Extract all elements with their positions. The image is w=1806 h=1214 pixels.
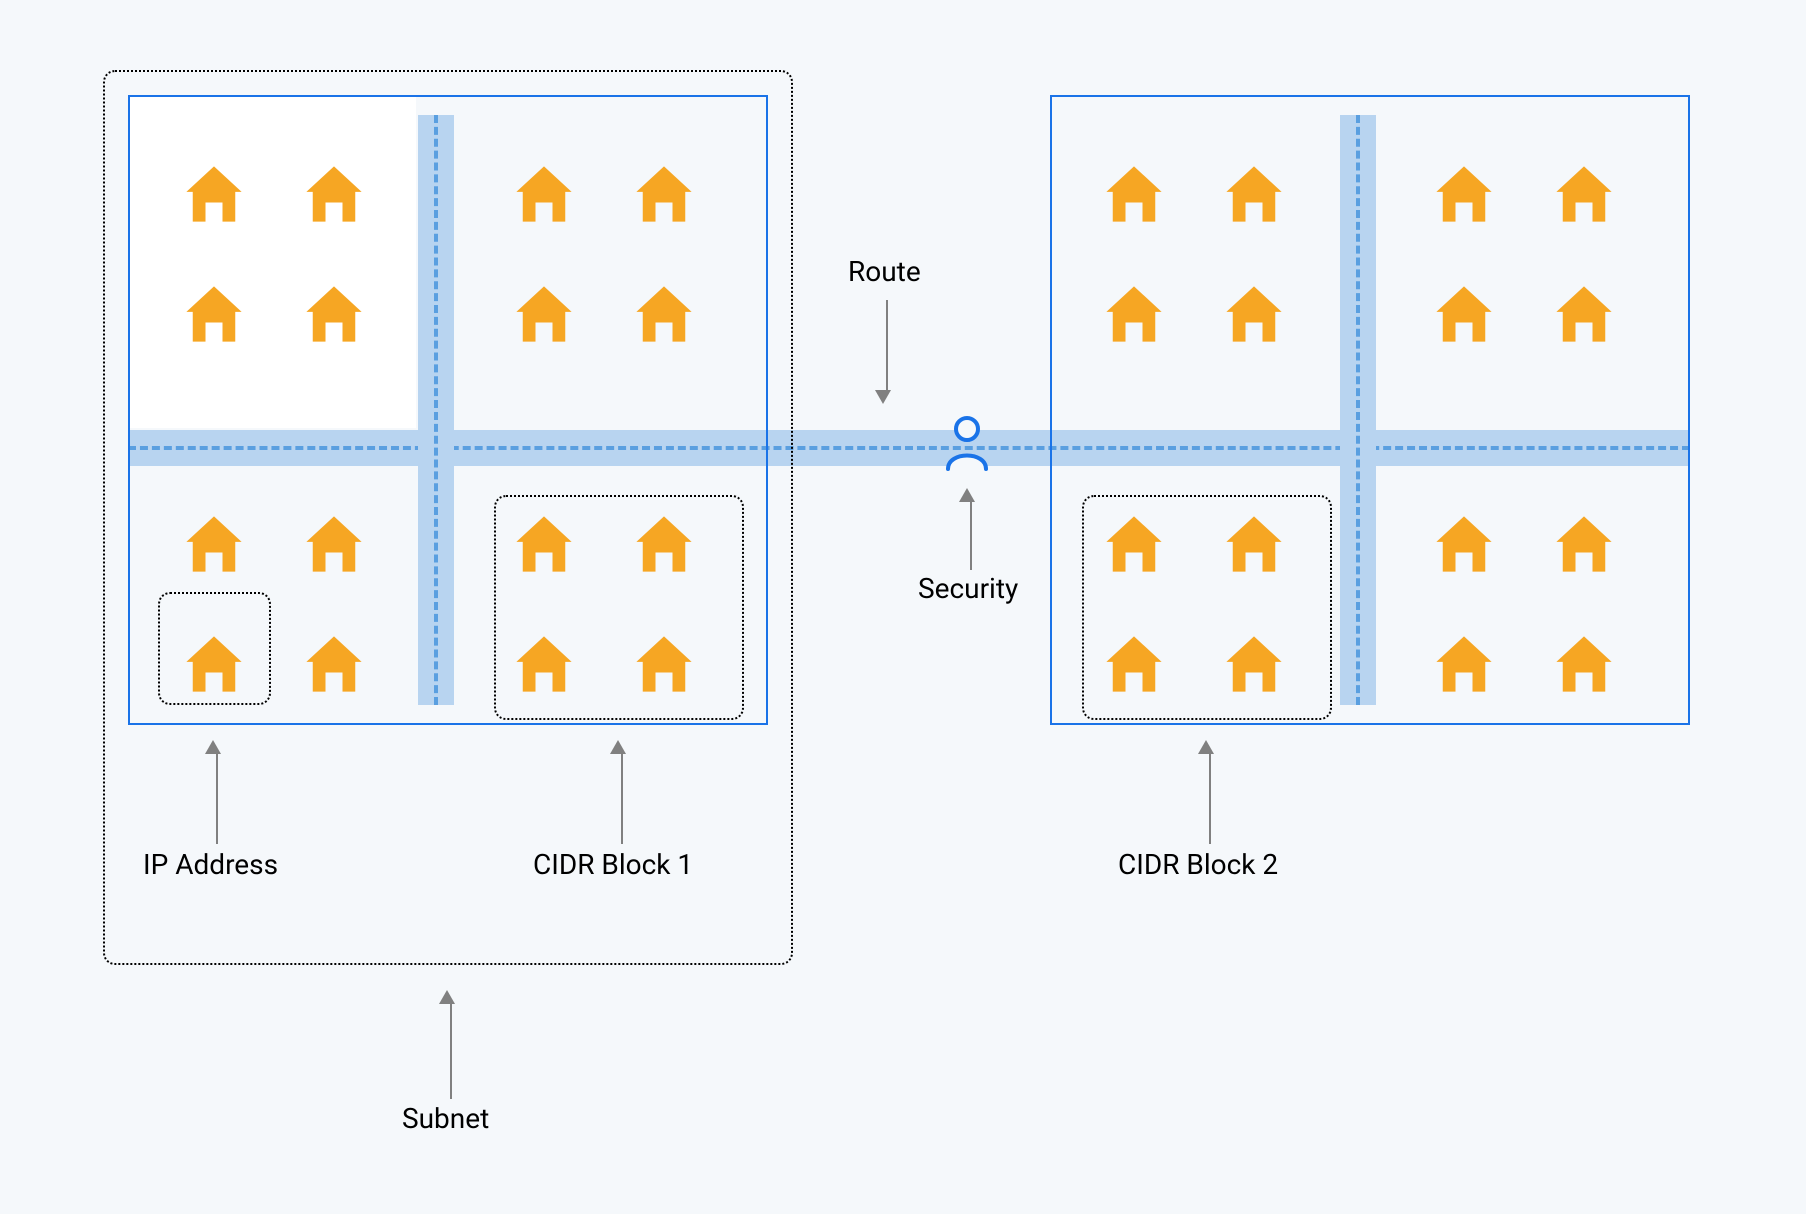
ip-address-label: IP Address <box>143 848 278 881</box>
house-icon <box>1100 160 1168 228</box>
house-icon <box>180 160 248 228</box>
house-icon <box>510 630 578 698</box>
house-icon <box>180 630 248 698</box>
house-icon <box>300 510 368 578</box>
route-arrow <box>882 300 891 404</box>
house-icon <box>1100 510 1168 578</box>
house-icon <box>630 280 698 348</box>
cidr-1-arrow <box>617 740 626 844</box>
house-icon <box>630 510 698 578</box>
house-icon <box>180 510 248 578</box>
house-icon <box>1220 510 1288 578</box>
house-icon <box>1220 160 1288 228</box>
ip-address-arrow <box>212 740 221 844</box>
house-icon <box>1550 160 1618 228</box>
house-icon <box>300 630 368 698</box>
house-icon <box>300 160 368 228</box>
house-icon <box>1430 160 1498 228</box>
house-icon <box>1220 280 1288 348</box>
house-icon <box>1430 630 1498 698</box>
house-icon <box>300 280 368 348</box>
house-icon <box>1430 280 1498 348</box>
house-icon <box>1100 630 1168 698</box>
house-icon <box>510 510 578 578</box>
house-icon <box>510 160 578 228</box>
cidr-2-arrow <box>1205 740 1214 844</box>
house-icon <box>180 280 248 348</box>
house-icon <box>1430 510 1498 578</box>
house-icon <box>630 160 698 228</box>
subnet-label: Subnet <box>402 1102 489 1135</box>
subnet-arrow <box>446 990 455 1099</box>
house-icon <box>1220 630 1288 698</box>
house-icon <box>1100 280 1168 348</box>
house-icon <box>510 280 578 348</box>
house-icon <box>630 630 698 698</box>
house-icon <box>1550 510 1618 578</box>
security-arrow <box>966 488 975 570</box>
house-icon <box>1550 630 1618 698</box>
route-label: Route <box>848 255 921 288</box>
security-icon <box>944 415 990 475</box>
diagram-canvas: Route Security IP Address CIDR Block 1 C… <box>0 0 1806 1214</box>
security-label: Security <box>918 572 1018 605</box>
cidr-1-label: CIDR Block 1 <box>533 848 693 881</box>
house-icon <box>1550 280 1618 348</box>
cidr-2-label: CIDR Block 2 <box>1118 848 1278 881</box>
